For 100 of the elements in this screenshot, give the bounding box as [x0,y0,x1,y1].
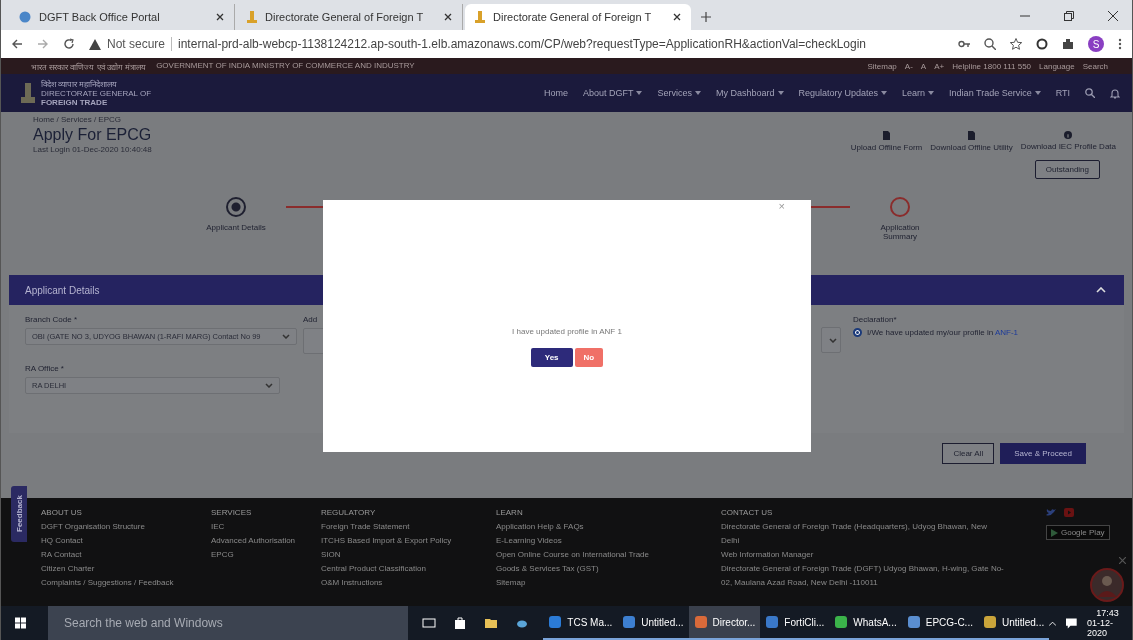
last-login-text: Last Login 01-Dec-2020 10:40:48 [33,145,152,154]
windows-icon[interactable] [15,617,26,629]
restore-icon[interactable] [1064,11,1074,21]
nav-link[interactable]: Regulatory Updates [798,88,888,98]
nav-link[interactable]: RTI [1055,88,1070,98]
footer-link[interactable]: Sitemap [496,578,721,587]
strip-link[interactable]: Sitemap [867,61,897,71]
footer-link[interactable]: SION [321,550,496,559]
search-icon[interactable] [1085,88,1095,98]
strip-link[interactable]: Helpline 1800 111 550 [952,61,1032,71]
footer-link[interactable]: IEC [211,522,321,531]
save-proceed-button[interactable]: Save & Proceed [1000,443,1086,464]
zoom-icon[interactable] [984,38,996,50]
step-marker[interactable] [226,197,246,217]
app-icon [834,615,849,629]
footer-link[interactable]: O&M Instructions [321,578,496,587]
action-link[interactable]: Download Offline Utility [930,131,1013,154]
step-marker[interactable] [890,197,910,217]
action-link[interactable]: Download IEC Profile Data [1020,131,1116,154]
strip-link[interactable]: A- [904,61,913,71]
footer-link[interactable]: Foreign Trade Statement [321,522,496,531]
yes-button[interactable]: Yes [530,348,573,367]
profile-avatar[interactable]: S [1088,36,1104,52]
strip-link[interactable]: Search [1082,61,1108,71]
taskbar-app[interactable]: WhatsA... [829,606,902,640]
field-label: Add [303,315,319,324]
outstanding-button[interactable]: Outstanding [1034,160,1100,179]
footer-link[interactable]: Advanced Authorisation [211,536,321,545]
footer-link[interactable]: Open Online Course on International Trade [496,550,721,559]
caret-icon [282,334,290,339]
radio-button[interactable] [853,328,862,337]
circle-icon[interactable] [1036,38,1048,50]
task-view-icon[interactable] [422,616,437,630]
feedback-tab[interactable]: Feedback [11,486,27,542]
strip-link[interactable]: Language [1039,61,1075,71]
chevron-up-icon[interactable] [1096,287,1106,293]
footer-link[interactable]: Goods & Services Tax (GST) [496,564,721,573]
footer-link[interactable]: E-Learning Videos [496,536,721,545]
close-icon[interactable] [444,13,452,21]
play-icon [1051,528,1058,537]
strip-link[interactable]: A [920,61,927,71]
footer-heading: SERVICES [211,508,253,517]
emblem-icon [475,11,485,23]
url-text[interactable]: internal-prd-alb-webcp-1138124212.ap-south-1.elb.amazonaws.com/CP/web?requestType=ApplicationRH&actionVal=checkLogin [178,37,866,51]
close-icon[interactable] [673,13,681,21]
notification-icon[interactable] [1066,617,1077,629]
folder-icon[interactable] [484,616,499,630]
footer-link[interactable]: Application Help & FAQs [496,522,721,531]
logo-text-line: विदेश व्यापार महानिदेशालय [41,79,119,89]
footer-link[interactable]: Central Product Classification [321,564,496,573]
taskbar-app[interactable]: Untitled... [977,606,1050,640]
nav-link[interactable]: My Dashboard [716,88,784,98]
strip-link[interactable]: A+ [934,61,945,71]
key-icon[interactable] [958,38,970,50]
footer-link[interactable]: ITCHS Based Import & Export Policy [321,536,496,545]
footer-link[interactable]: DGFT Organisation Structure [41,522,211,531]
close-icon[interactable] [1108,11,1118,21]
nav-link[interactable]: Indian Trade Service [949,88,1041,98]
taskbar-app[interactable]: FortiCli... [760,606,830,640]
taskbar-search[interactable]: Search the web and Windows [48,606,409,640]
dialog-message: I have updated profile in ANF 1 [512,327,622,336]
app-icon [693,615,708,629]
footer-link[interactable]: HQ Contact [41,536,211,545]
reload-icon[interactable] [63,38,75,50]
nav-link[interactable]: About DGFT [582,88,643,98]
avatar-icon[interactable] [1090,568,1124,602]
star-icon[interactable] [1010,38,1022,50]
back-icon[interactable] [11,38,23,50]
contact-text: Directorate General of Foreign Trade (DGFT) Udyog Bhawan, H-wing, Gate No- [721,564,1005,573]
shopping-bag-icon[interactable] [453,616,468,630]
footer-link[interactable]: Complaints / Suggestions / Feedback [41,578,211,587]
taskbar-clock[interactable]: 17:43 01-12-2020 [1087,608,1128,638]
contact-text: Delhi [721,536,741,545]
store-badge[interactable]: Google Play [1046,525,1110,540]
security-label: Not secure [107,37,173,51]
footer-heading: ABOUT US [41,508,83,517]
taskbar-app[interactable]: EPCG-C... [901,606,978,640]
nav-link[interactable]: Learn [902,88,935,98]
footer-link[interactable]: RA Contact [41,550,211,559]
nav-link[interactable]: Home [543,88,568,98]
new-tab-icon[interactable] [701,12,711,22]
footer-heading: REGULATORY [321,508,377,517]
taskbar-app[interactable]: TCS Ma... [543,606,618,640]
bell-icon[interactable] [1110,87,1120,99]
clear-all-button[interactable]: Clear All [942,443,995,464]
card-title: Applicant Details [25,284,100,296]
browser-tab[interactable]: Directorate General of Foreign T [465,4,691,30]
taskbar-app[interactable]: Director... [688,606,761,640]
info-icon [1064,131,1073,139]
action-link[interactable]: Upload Offline Form [850,131,923,154]
field-label: Branch Code * [25,315,79,324]
footer-link[interactable]: EPCG [211,550,321,559]
logo-text-line: DIRECTORATE GENERAL OF [41,88,152,98]
menu-icon[interactable] [1118,38,1122,50]
footer-link[interactable]: Citizen Charter [41,564,211,573]
close-icon[interactable] [216,13,224,21]
select-field[interactable] [821,327,841,353]
globe-icon [19,11,31,23]
nav-link[interactable]: Services [657,88,701,98]
emblem-icon [21,83,35,103]
